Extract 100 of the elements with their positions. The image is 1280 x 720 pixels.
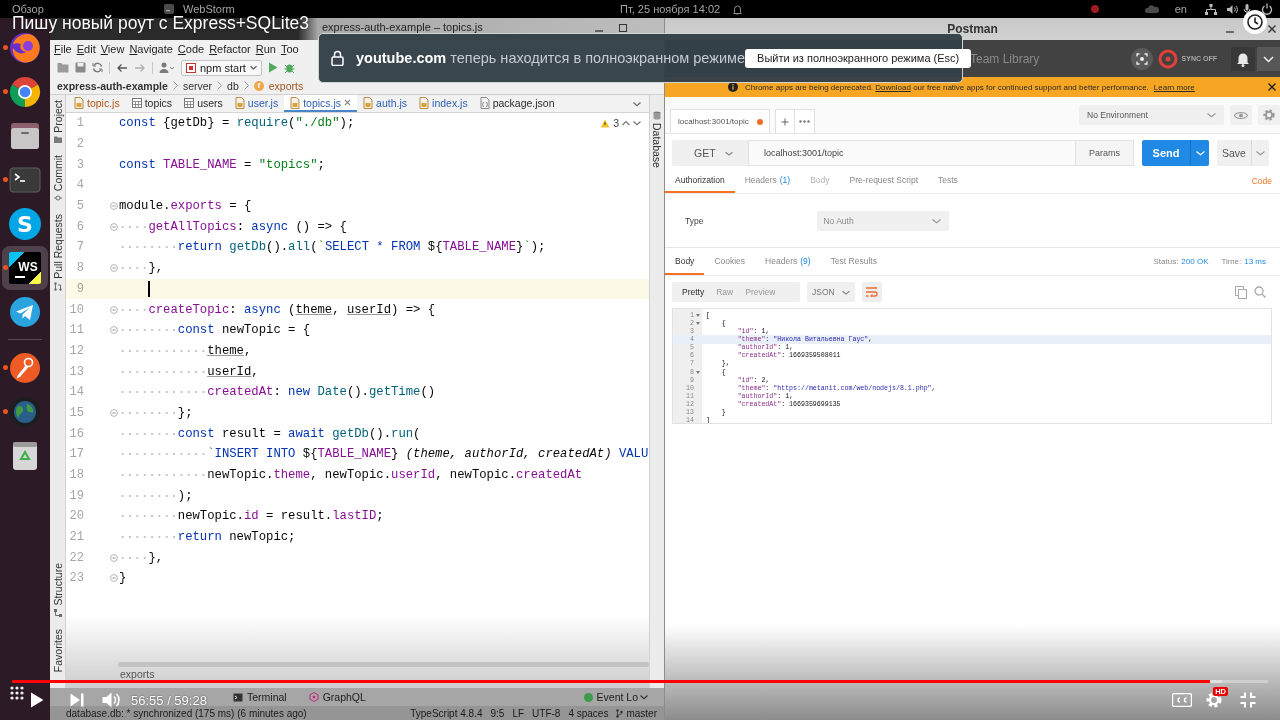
breadcrumb-item[interactable]: exports <box>268 79 304 92</box>
fold-arrow-icon[interactable] <box>696 370 700 374</box>
microphone-icon[interactable] <box>1243 3 1251 15</box>
menu-item[interactable]: File <box>54 43 72 55</box>
tool-window-tab[interactable]: Terminal <box>233 691 287 703</box>
response-tab[interactable]: Test Results <box>820 248 887 275</box>
git-branch[interactable]: master <box>616 707 657 719</box>
network-icon[interactable] <box>1205 3 1217 15</box>
response-tab[interactable]: Body <box>665 248 705 275</box>
menu-item[interactable]: Edit <box>76 43 96 55</box>
save-icon[interactable] <box>75 62 86 73</box>
clock[interactable]: Пт, 25 ноября 14:02 <box>620 2 721 16</box>
indent-setting[interactable]: 4 spaces <box>568 707 609 719</box>
editor-tab[interactable]: topic.js <box>68 95 126 112</box>
file-encoding[interactable]: UTF-8 <box>532 707 561 719</box>
breadcrumb-item[interactable]: express-auth-example <box>57 79 168 92</box>
bug-icon[interactable] <box>283 62 295 73</box>
line-separator[interactable]: LF <box>512 707 525 719</box>
environment-dropdown[interactable]: No Environment <box>1079 105 1224 125</box>
tool-window-tab[interactable]: Commit <box>51 154 64 202</box>
tool-window-tab[interactable]: Structure <box>51 563 64 617</box>
status-dot-icon[interactable] <box>1090 5 1099 13</box>
request-section-tab[interactable]: Tests <box>928 168 968 193</box>
caret-down-icon[interactable] <box>633 120 641 126</box>
request-section-tab[interactable]: Pre-request Script <box>839 168 929 193</box>
menu-item[interactable]: Too <box>280 43 299 55</box>
horizontal-scrollbar[interactable] <box>118 661 649 667</box>
forward-arrow-icon[interactable] <box>134 62 146 73</box>
send-button[interactable]: Send <box>1142 140 1190 166</box>
save-options-button[interactable] <box>1251 140 1269 166</box>
editor-tab[interactable]: auth.js <box>357 95 414 112</box>
next-icon[interactable] <box>70 693 84 707</box>
folder-icon[interactable] <box>57 62 69 73</box>
caret-down-icon[interactable] <box>633 100 641 107</box>
breadcrumb-item[interactable]: exports <box>120 668 155 680</box>
tool-window-tab[interactable]: Favorites <box>51 628 64 672</box>
editor-tab[interactable]: topics.js <box>284 95 358 112</box>
response-tab[interactable]: Headers (9) <box>755 248 821 275</box>
run-icon[interactable] <box>267 62 278 73</box>
request-section-tab[interactable]: Headers (1) <box>734 168 801 193</box>
maximize-icon[interactable] <box>619 24 627 32</box>
send-options-button[interactable] <box>1190 140 1209 166</box>
learn-more-link[interactable]: Learn more <box>1153 82 1195 92</box>
power-icon[interactable] <box>1261 3 1273 15</box>
tool-window-tab[interactable]: Project <box>51 100 64 143</box>
dock-item[interactable]: WS <box>2 246 48 290</box>
exit-fullscreen-icon[interactable] <box>1240 692 1256 708</box>
wrap-button[interactable] <box>862 282 882 302</box>
bell-icon[interactable] <box>732 3 744 15</box>
cloud-icon[interactable] <box>1144 5 1159 13</box>
exit-fullscreen-button[interactable]: Выйти из полноэкранного режима (Esc) <box>745 48 972 68</box>
fold-arrow-icon[interactable] <box>696 321 700 325</box>
fold-arrow-icon[interactable] <box>696 313 700 317</box>
editor-tab[interactable]: users <box>178 95 229 112</box>
save-button[interactable]: Save <box>1217 140 1251 166</box>
editor-tab[interactable]: index.js <box>413 95 474 112</box>
eye-button[interactable] <box>1230 105 1252 125</box>
subtitles-icon[interactable] <box>1172 693 1192 707</box>
download-link[interactable]: Download <box>875 82 911 92</box>
app-grid-icon[interactable] <box>10 686 24 700</box>
params-button[interactable]: Params <box>1076 140 1134 166</box>
editor-tab[interactable]: topics <box>125 95 179 112</box>
cursor-position[interactable]: 9:5 <box>490 707 505 719</box>
settings-button[interactable] <box>1258 105 1280 125</box>
volume-icon[interactable] <box>1227 3 1239 15</box>
tool-window-tab[interactable]: GraphQL <box>308 691 366 703</box>
breadcrumb-item[interactable]: server <box>182 79 213 92</box>
close-icon[interactable] <box>1268 83 1276 91</box>
view-mode-tab[interactable]: Pretty <box>676 282 711 302</box>
run-config-dropdown[interactable]: npm start <box>181 59 262 76</box>
activities-button[interactable]: Обзор <box>12 2 44 16</box>
settings-icon[interactable] <box>1206 692 1222 708</box>
editor-tab[interactable]: user.js <box>228 95 285 112</box>
bell-icon[interactable] <box>1231 46 1255 71</box>
more-tabs-button[interactable] <box>795 109 815 133</box>
menu-item[interactable]: Navigate <box>129 43 173 55</box>
sync-icon[interactable] <box>92 62 103 73</box>
menu-item[interactable]: Refactor <box>209 43 251 55</box>
method-dropdown[interactable]: GET <box>672 140 748 166</box>
keyboard-layout[interactable]: en <box>1174 2 1187 16</box>
warning-count[interactable]: 3 <box>613 117 619 129</box>
request-tab[interactable]: localhost:3001/topic <box>670 109 770 133</box>
play-icon[interactable] <box>30 692 44 708</box>
menu-item[interactable]: Run <box>255 43 276 55</box>
format-dropdown[interactable]: JSON <box>807 282 855 302</box>
request-section-tab[interactable]: Authorization <box>665 168 735 193</box>
menu-item[interactable]: View <box>100 43 125 55</box>
user-icon[interactable] <box>159 62 175 73</box>
copy-icon[interactable] <box>1235 285 1247 299</box>
url-field[interactable]: localhost:3001/topic <box>748 140 1076 166</box>
caret-up-icon[interactable] <box>622 120 630 126</box>
tool-window-tab[interactable]: Database <box>651 111 663 168</box>
target-icon[interactable] <box>1130 47 1153 70</box>
close-icon[interactable] <box>1268 25 1276 33</box>
app-menu[interactable]: WebStorm <box>163 2 235 16</box>
back-arrow-icon[interactable] <box>116 62 128 73</box>
language-version[interactable]: TypeScript 4.8.4 <box>410 707 483 719</box>
tool-window-tab[interactable]: Event Lo <box>583 691 638 703</box>
caret-down-icon[interactable] <box>640 694 648 700</box>
editor-tab[interactable]: package.json <box>473 95 561 112</box>
